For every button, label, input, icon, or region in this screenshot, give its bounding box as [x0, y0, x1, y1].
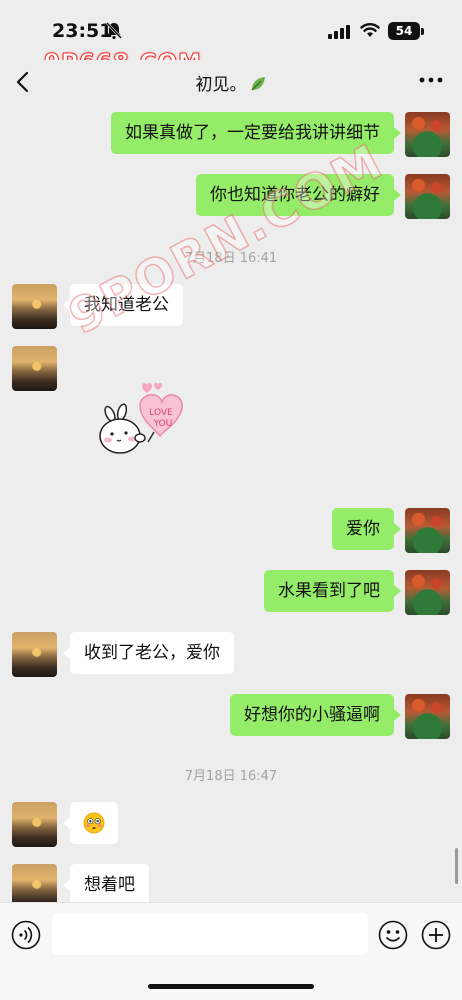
message-row: 你也知道你老公的癖好 [0, 168, 462, 228]
love-you-sticker[interactable]: LOVE YOU [96, 380, 188, 456]
message-bubble-outgoing[interactable]: 好想你的小骚逼啊 [230, 694, 394, 736]
battery-tip [421, 28, 424, 35]
contact-avatar[interactable] [12, 864, 57, 902]
message-row: 水果看到了吧 [0, 564, 462, 624]
leaf-emoji-icon [251, 77, 265, 91]
bubble-tail [394, 709, 401, 721]
message-row: 如果真做了，一定要给我讲讲细节 [0, 106, 462, 166]
battery-indicator: 54 [388, 22, 420, 40]
message-row: 好想你的小骚逼啊 [0, 688, 462, 748]
sticker-text: LOVE [149, 408, 173, 418]
more-options-icon[interactable] [418, 74, 444, 86]
signal-icon [328, 25, 350, 39]
status-time: 23:51 [52, 20, 113, 42]
chat-header: 初见。 [0, 60, 462, 106]
voice-input-icon[interactable] [11, 920, 41, 950]
sticker-text-2: YOU [153, 419, 173, 429]
bubble-tail [394, 127, 401, 139]
message-row: 我知道老公 [0, 278, 462, 338]
message-row [0, 340, 462, 470]
message-row: 想着吧 [0, 858, 462, 902]
bubble-tail [63, 647, 70, 659]
my-avatar[interactable] [405, 508, 450, 553]
message-row: 收到了老公，爱你 [0, 626, 462, 686]
bell-muted-icon [106, 22, 122, 40]
chat-title-text: 初见。 [195, 75, 247, 95]
contact-avatar[interactable] [12, 346, 57, 391]
bubble-tail [394, 189, 401, 201]
contact-avatar[interactable] [12, 284, 57, 329]
message-bubble-incoming[interactable]: 收到了老公，爱你 [70, 632, 234, 674]
home-indicator[interactable] [148, 984, 314, 989]
message-bubble-incoming[interactable] [70, 802, 118, 844]
bubble-tail [63, 299, 70, 311]
scrollbar-thumb[interactable] [455, 848, 458, 884]
chat-title: 初见。 [0, 70, 462, 95]
message-bubble-outgoing[interactable]: 水果看到了吧 [264, 570, 394, 612]
my-avatar[interactable] [405, 570, 450, 615]
timestamp: 7月18日 16:47 [184, 769, 278, 784]
message-bubble-outgoing[interactable]: 爱你 [332, 508, 394, 550]
message-bubble-outgoing[interactable]: 你也知道你老公的癖好 [196, 174, 394, 216]
contact-avatar[interactable] [12, 802, 57, 847]
message-bubble-incoming[interactable]: 想着吧 [70, 864, 149, 902]
emoji-picker-icon[interactable] [378, 920, 408, 950]
chat-message-list[interactable]: 如果真做了，一定要给我讲讲细节 你也知道你老公的癖好 7月18日 16:41 我… [0, 106, 462, 902]
add-attachment-icon[interactable] [421, 920, 451, 950]
timestamp: 7月18日 16:41 [184, 251, 278, 266]
wifi-icon [360, 23, 380, 37]
bubble-tail [63, 879, 70, 891]
message-bubble-incoming[interactable]: 我知道老公 [70, 284, 183, 326]
my-avatar[interactable] [405, 112, 450, 157]
flushed-face-emoji-icon [83, 812, 105, 834]
contact-avatar[interactable] [12, 632, 57, 677]
my-avatar[interactable] [405, 174, 450, 219]
message-input[interactable] [52, 913, 368, 955]
bubble-tail [394, 523, 401, 535]
bubble-tail [394, 585, 401, 597]
message-bubble-outgoing[interactable]: 如果真做了，一定要给我讲讲细节 [111, 112, 394, 154]
bubble-tail [63, 817, 70, 829]
message-row: 爱你 [0, 502, 462, 562]
message-row [0, 796, 462, 856]
my-avatar[interactable] [405, 694, 450, 739]
